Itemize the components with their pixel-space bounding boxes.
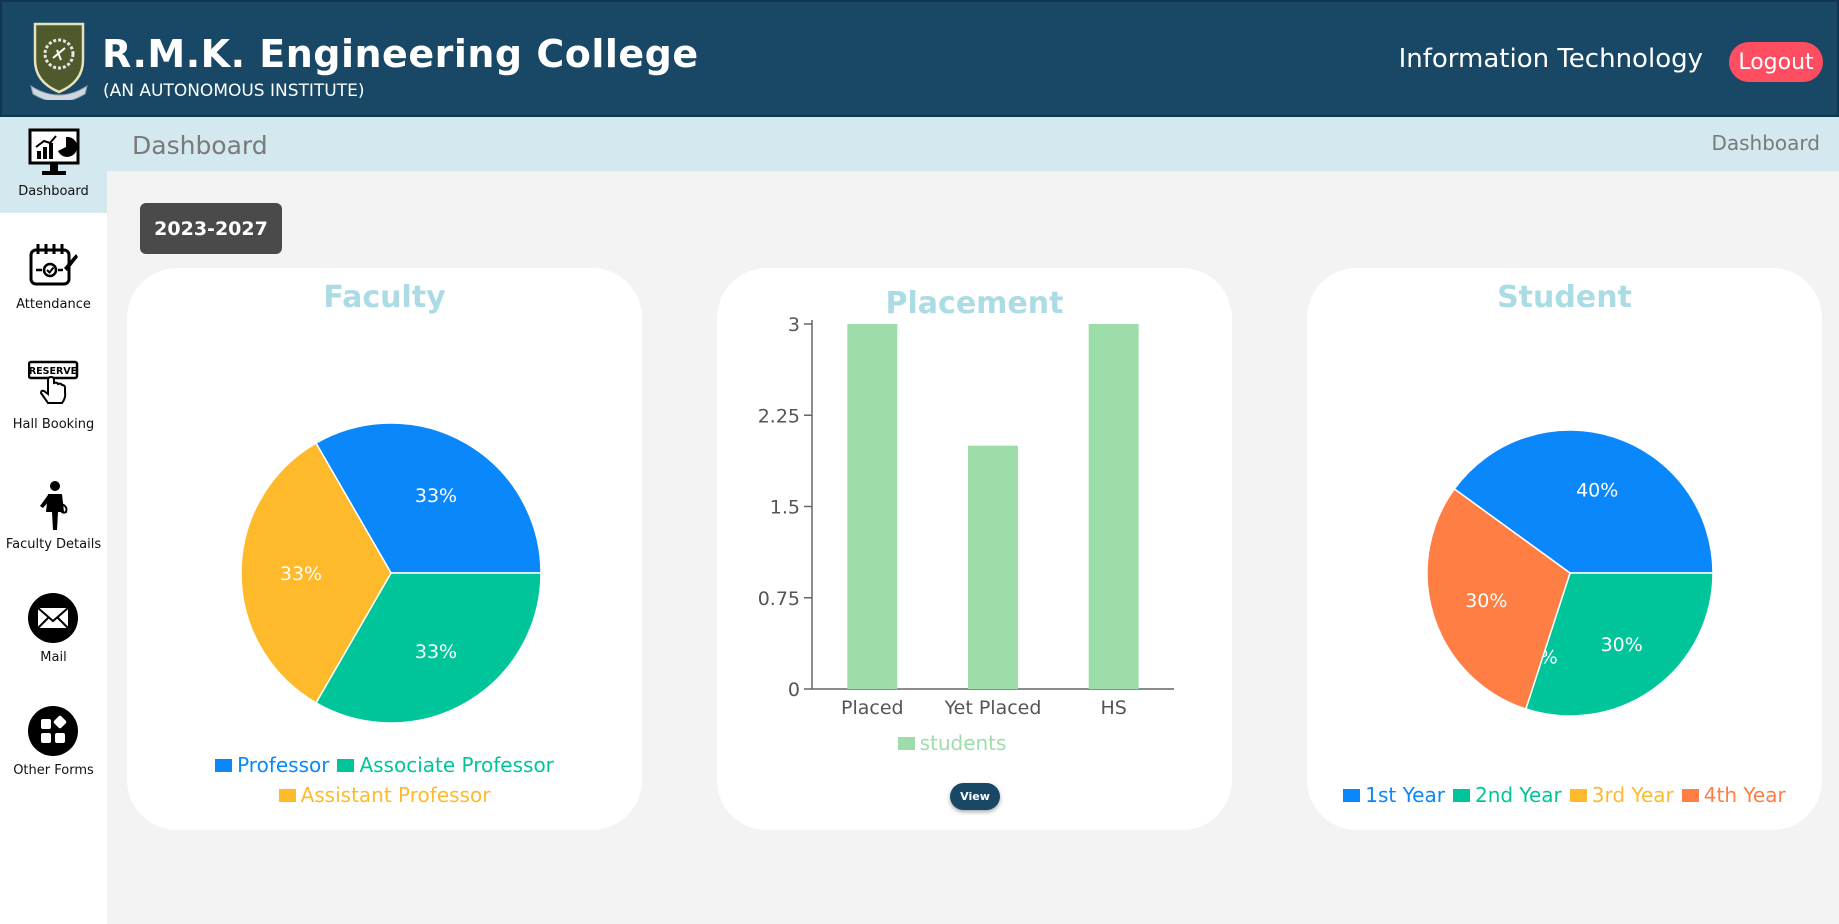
faculty-card: 33% 33% 33% Faculty Professor Associate Pro… [127, 268, 642, 830]
pie-label-2nd-year: 30% [1601, 634, 1643, 656]
sidebar-item-attendance[interactable]: Attendance [0, 230, 107, 326]
sidebar-item-label: Dashboard [18, 184, 89, 199]
legend-label: 4th Year [1703, 783, 1786, 807]
bar-placed[interactable] [847, 324, 898, 689]
y-tick-label: 1.5 [770, 497, 800, 519]
page-title: Dashboard [132, 131, 268, 160]
legend-item-3rd-year[interactable]: 3rd Year [1569, 780, 1674, 810]
reserve-hand-icon: RESERVE [28, 360, 79, 404]
svg-text:RESERVE: RESERVE [29, 366, 77, 377]
department-name: Information Technology [1398, 44, 1703, 74]
sidebar-item-label: Hall Booking [12, 417, 95, 432]
sidebar-item-mail[interactable]: Mail [0, 583, 107, 679]
legend-item-1st-year[interactable]: 1st Year [1343, 780, 1445, 810]
legend-label: 3rd Year [1591, 783, 1674, 807]
legend-item-assistant-professor[interactable]: Assistant Professor [278, 780, 491, 810]
legend-swatch [337, 759, 355, 772]
bar-yet-placed[interactable] [968, 445, 1018, 689]
college-subtitle: (AN AUTONOMOUS INSTITUTE) [103, 81, 365, 101]
view-button[interactable]: View [950, 783, 1000, 810]
pie-label-4th-year: 30% [1465, 590, 1507, 612]
breadcrumb: Dashboard Dashboard [107, 117, 1839, 171]
top-header: R.M.K. Engineering College (AN AUTONOMOU… [0, 0, 1839, 117]
college-name: R.M.K. Engineering College [102, 32, 699, 76]
faculty-pie-chart: 33% 33% 33% [240, 422, 542, 724]
legend-label: students [919, 731, 1007, 755]
student-title: Student [1497, 280, 1632, 315]
legend-swatch [897, 737, 915, 750]
legend-item-students[interactable]: students [897, 728, 1007, 758]
pie-label-assistant-professor: 33% [280, 563, 322, 585]
placement-title: Placement [885, 286, 1064, 321]
x-tick-label: Yet Placed [944, 697, 1042, 719]
y-tick-label: 2.25 [758, 405, 800, 427]
y-tick-label: 0.75 [758, 588, 800, 610]
sidebar: Dashboard Attendance RESERVE Hall Bookin… [0, 117, 107, 924]
sidebar-item-label: Mail [40, 650, 67, 665]
legend-label: Professor [237, 753, 330, 777]
legend-swatch [1343, 789, 1361, 802]
faculty-legend: Professor Associate Professor Assistant Pr… [127, 750, 642, 810]
envelope-icon [28, 593, 78, 643]
student-legend: 1st Year 2nd Year 3rd Year 4th Year [1307, 780, 1822, 810]
legend-swatch [215, 759, 233, 772]
sidebar-item-label: Faculty Details [5, 537, 102, 552]
legend-swatch [278, 789, 296, 802]
placement-card: 0 0.75 1.5 2.25 3 Placed Yet Placed HS Placemen… [717, 268, 1232, 830]
sidebar-item-label: Other Forms [13, 763, 94, 778]
sidebar-item-other-forms[interactable]: Other Forms [0, 696, 107, 792]
faculty-title: Faculty [323, 280, 446, 315]
legend-item-professor[interactable]: Professor [215, 750, 329, 780]
legend-swatch [1452, 789, 1470, 802]
sidebar-item-hall-booking[interactable]: RESERVE Hall Booking [0, 350, 107, 446]
legend-label: 1st Year [1365, 783, 1445, 807]
legend-swatch [1569, 789, 1587, 802]
legend-label: Assistant Professor [300, 783, 491, 807]
legend-label: 2nd Year [1474, 783, 1562, 807]
legend-item-4th-year[interactable]: 4th Year [1681, 780, 1786, 810]
college-logo-icon [30, 22, 88, 100]
x-tick-label: Placed [841, 697, 904, 719]
pie-label-1st-year: 40% [1576, 479, 1618, 501]
x-tick-label: HS [1100, 697, 1126, 719]
placement-legend: students [672, 728, 1232, 758]
y-tick-label: 0 [788, 679, 800, 701]
breadcrumb-current[interactable]: Dashboard [1711, 131, 1820, 155]
student-pie-chart: 40%30%0%30% [1426, 429, 1714, 717]
logout-button[interactable]: Logout [1729, 42, 1823, 82]
grid-icon [28, 706, 78, 756]
sidebar-item-dashboard[interactable]: Dashboard [0, 117, 107, 213]
person-icon [40, 481, 68, 530]
year-selector-button[interactable]: 2023-2027 [140, 203, 282, 254]
pie-label-professor: 33% [415, 485, 457, 507]
calendar-check-icon [29, 244, 78, 286]
legend-item-2nd-year[interactable]: 2nd Year [1452, 780, 1562, 810]
student-card: 40%30%0%30% Student 1st Year2nd Year3rd … [1307, 268, 1822, 830]
pie-label-associate-professor: 33% [415, 641, 457, 663]
sidebar-item-label: Attendance [16, 297, 91, 312]
bar-hs[interactable] [1088, 324, 1139, 689]
legend-item-associate-professor[interactable]: Associate Professor [337, 750, 554, 780]
monitor-chart-icon [28, 128, 80, 175]
sidebar-item-faculty-details[interactable]: Faculty Details [0, 470, 107, 566]
legend-label: Associate Professor [359, 753, 554, 777]
legend-swatch [1681, 789, 1699, 802]
